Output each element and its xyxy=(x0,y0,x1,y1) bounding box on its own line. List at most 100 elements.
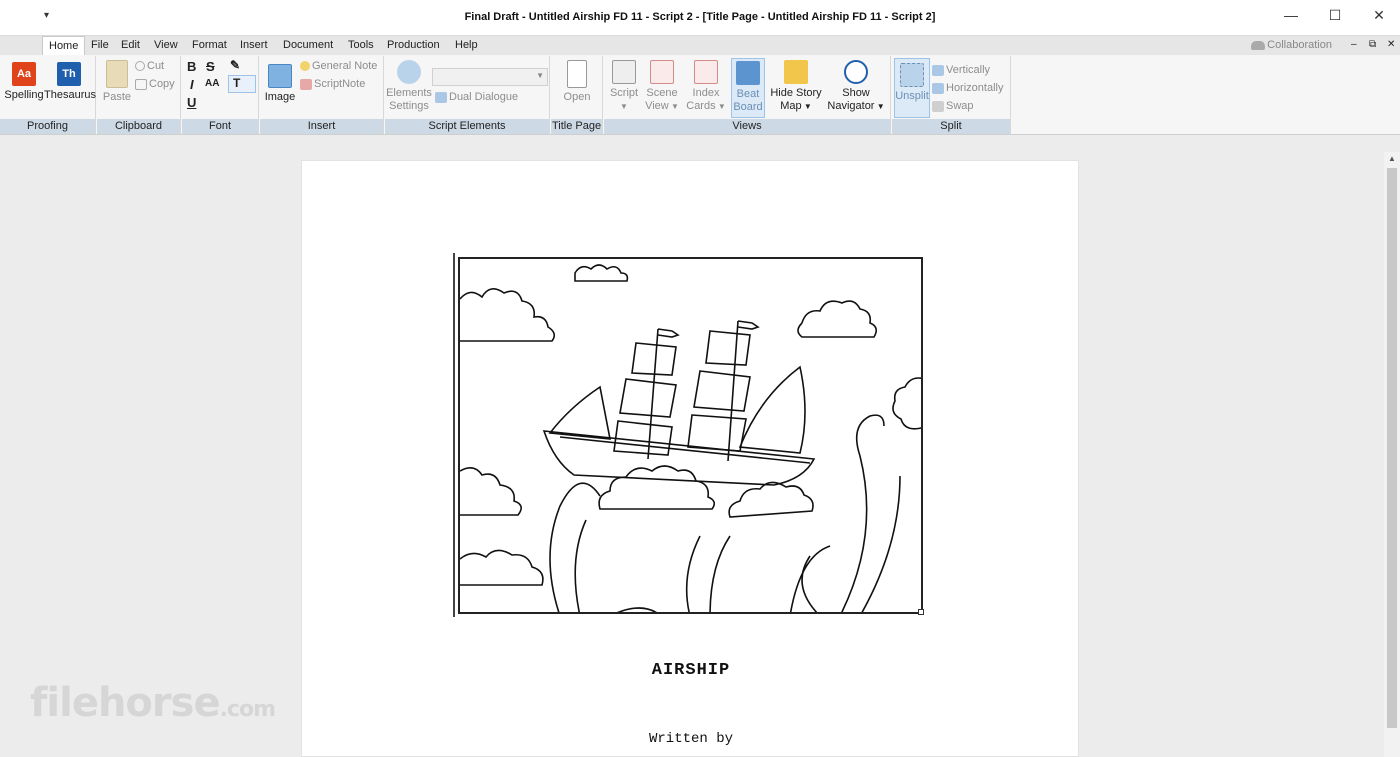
story-map-icon xyxy=(784,60,808,84)
show-navigator-button[interactable]: Show Navigator ▼ xyxy=(824,60,888,113)
menu-bar: Home File Edit View Format Insert Docume… xyxy=(0,36,1400,56)
unsplit-button[interactable]: Unsplit xyxy=(894,58,930,118)
menu-view[interactable]: View xyxy=(148,36,184,55)
thesaurus-icon: Th xyxy=(57,62,81,86)
ribbon-restore-button[interactable]: ⧉ xyxy=(1369,39,1376,50)
underline-button[interactable]: U xyxy=(187,95,196,110)
bold-button[interactable]: B xyxy=(187,59,196,74)
written-by-label[interactable]: Written by xyxy=(302,731,1080,747)
open-title-page-button[interactable]: Open xyxy=(557,60,597,104)
scriptnote-icon xyxy=(300,78,312,90)
spelling-label: Spelling xyxy=(4,89,44,101)
clipboard-group-label: Clipboard xyxy=(97,119,180,134)
airship-illustration[interactable] xyxy=(458,257,923,614)
cloud-shape xyxy=(797,300,878,338)
title-page[interactable]: AIRSHIP Written by xyxy=(301,160,1079,757)
index-label: Index xyxy=(692,87,720,99)
menu-tools[interactable]: Tools xyxy=(342,36,380,55)
tentacle-shape xyxy=(841,414,885,612)
close-button[interactable]: ✕ xyxy=(1356,4,1400,28)
highlight-pen-icon[interactable]: ✎ xyxy=(230,58,240,72)
ribbon-close-button[interactable]: ✕ xyxy=(1387,39,1395,50)
menu-format[interactable]: Format xyxy=(186,36,233,55)
text-color-button[interactable]: T xyxy=(228,75,256,93)
page-margin-bar xyxy=(453,253,455,617)
cloud-shape xyxy=(728,481,814,518)
copy-button[interactable]: Copy xyxy=(135,78,175,90)
general-note-button[interactable]: General Note xyxy=(300,60,377,72)
ship-flag-shape xyxy=(657,328,680,338)
strikethrough-button[interactable]: S xyxy=(206,59,215,74)
swap-button[interactable]: Swap xyxy=(932,100,974,112)
thesaurus-button[interactable]: Th Thesaurus xyxy=(44,62,96,102)
navigator-label: Navigator xyxy=(827,100,875,112)
unsplit-icon xyxy=(900,63,924,87)
ship-sail-shape xyxy=(693,370,751,412)
menu-file[interactable]: File xyxy=(85,36,115,55)
image-resize-handle[interactable] xyxy=(918,609,924,615)
insert-group-label: Insert xyxy=(260,119,383,134)
vertical-scrollbar[interactable]: ▲ xyxy=(1384,152,1400,757)
compass-icon xyxy=(844,60,868,84)
insert-group: Image General Note ScriptNote Insert xyxy=(260,56,384,134)
split-vertically-button[interactable]: Vertically xyxy=(932,64,990,76)
elements-settings-button[interactable]: Elements Settings xyxy=(385,60,433,113)
menu-production[interactable]: Production xyxy=(381,36,446,55)
chevron-down-icon: ▼ xyxy=(874,102,885,111)
paste-label: Paste xyxy=(102,91,132,103)
beat-board-icon xyxy=(736,61,760,85)
general-note-label: General Note xyxy=(312,60,378,72)
spelling-icon: Aa xyxy=(12,62,36,86)
split-horizontally-button[interactable]: Horizontally xyxy=(932,82,1003,94)
split-group: Unsplit Vertically Horizontally Swap Spl… xyxy=(892,56,1011,134)
hide-story-map-button[interactable]: Hide Story Map ▼ xyxy=(768,60,824,113)
scene-view-button[interactable]: Scene View ▼ xyxy=(644,60,680,113)
tentacle-shape xyxy=(709,535,731,612)
change-case-button[interactable]: AA xyxy=(205,78,219,89)
script-view-button[interactable]: Script ▼ xyxy=(606,60,642,113)
script-title[interactable]: AIRSHIP xyxy=(302,661,1080,680)
cloud-shape xyxy=(460,467,522,516)
scriptnote-button[interactable]: ScriptNote xyxy=(300,78,365,90)
maximize-button[interactable]: ☐ xyxy=(1312,4,1358,28)
split-horizontal-icon xyxy=(932,82,944,94)
watermark-main: filehorse xyxy=(30,680,221,726)
cut-button[interactable]: Cut xyxy=(135,60,164,72)
script-element-dropdown[interactable]: ▼ xyxy=(432,68,548,86)
tentacle-shape xyxy=(549,482,601,612)
ribbon-minimize-button[interactable]: – xyxy=(1351,39,1357,50)
spelling-button[interactable]: Aa Spelling xyxy=(2,62,46,102)
menu-help[interactable]: Help xyxy=(449,36,484,55)
index-cards-button[interactable]: Index Cards ▼ xyxy=(686,60,726,113)
menu-document[interactable]: Document xyxy=(277,36,339,55)
minimize-button[interactable]: — xyxy=(1268,4,1314,28)
chevron-down-icon: ▼ xyxy=(536,71,544,80)
menu-edit[interactable]: Edit xyxy=(115,36,146,55)
scrollbar-thumb[interactable] xyxy=(1387,168,1397,728)
collaboration-button[interactable]: Collaboration xyxy=(1251,39,1332,51)
title-page-group-label: Title Page xyxy=(551,119,602,134)
swap-icon xyxy=(932,100,944,112)
settings-label: Settings xyxy=(389,100,429,112)
cloud-shape xyxy=(892,377,921,430)
italic-button[interactable]: I xyxy=(190,77,194,92)
title-bar: ▾ Final Draft - Untitled Airship FD 11 -… xyxy=(0,0,1400,36)
dual-dialogue-icon xyxy=(435,91,447,103)
thesaurus-label: Thesaurus xyxy=(44,89,96,101)
copy-icon xyxy=(135,78,147,90)
script-view-label: Script xyxy=(609,87,639,99)
ship-flag-shape xyxy=(737,320,760,330)
image-button[interactable]: Image xyxy=(263,64,297,104)
airship-drawing xyxy=(460,264,921,612)
dual-dialogue-button[interactable]: Dual Dialogue xyxy=(435,91,518,103)
beat-board-button[interactable]: Beat Board xyxy=(731,58,765,118)
menu-insert[interactable]: Insert xyxy=(234,36,274,55)
paste-button[interactable]: Paste xyxy=(101,60,133,104)
split-vertical-icon xyxy=(932,64,944,76)
menu-home[interactable]: Home xyxy=(42,36,86,56)
chevron-down-icon: ▼ xyxy=(715,102,726,111)
scroll-up-icon[interactable]: ▲ xyxy=(1384,152,1400,166)
font-group-label: Font xyxy=(182,119,258,134)
scene-label: Scene xyxy=(646,87,678,99)
proofing-group: Aa Spelling Th Thesaurus Proofing xyxy=(0,56,96,134)
